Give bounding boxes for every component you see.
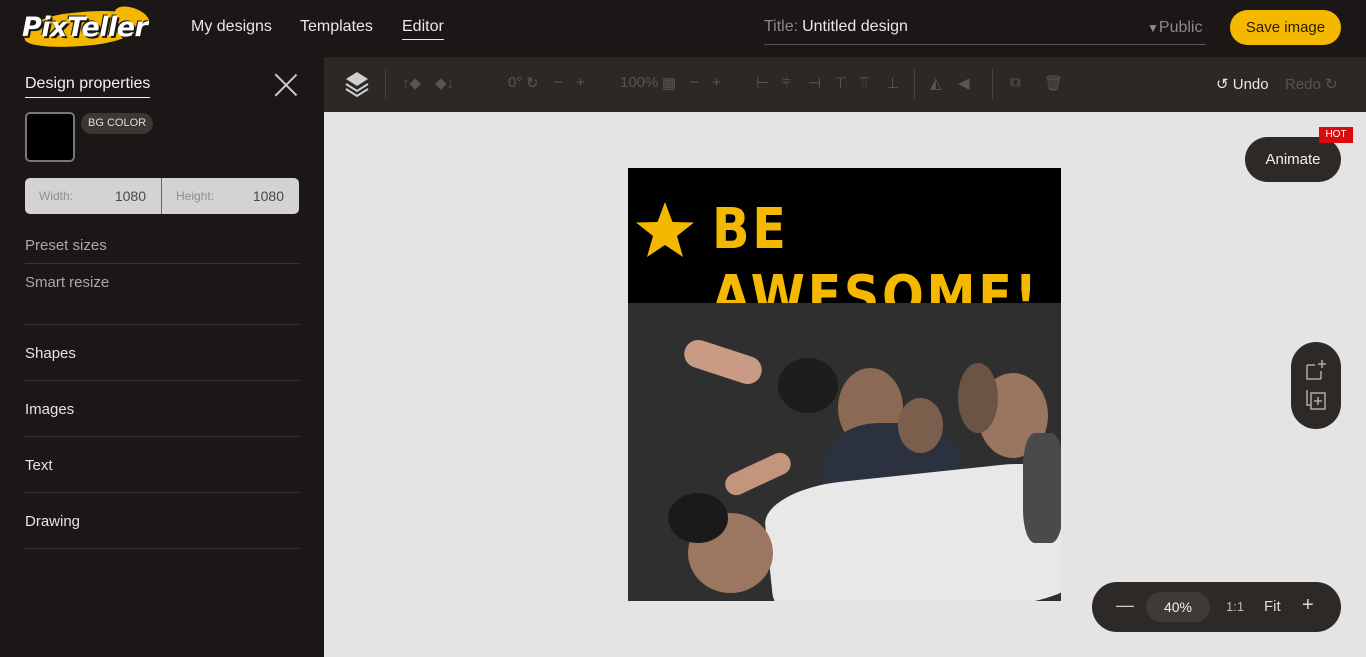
undo-button[interactable]: ↺ Undo <box>1216 75 1269 93</box>
visibility-label: Public <box>1158 19 1203 36</box>
headline-banner[interactable]: BE AWESOME! <box>628 168 1061 329</box>
zoom-out-icon[interactable]: — <box>1116 595 1134 616</box>
visibility-dropdown[interactable]: ▼Public <box>1147 19 1202 37</box>
opacity-plus-icon[interactable]: + <box>712 74 721 91</box>
rotation-value: 0° <box>508 74 523 91</box>
undo-icon: ↺ <box>1216 76 1229 93</box>
panel-title: Design properties <box>25 75 151 98</box>
delete-icon[interactable]: 🗑 <box>1044 74 1063 92</box>
photo-shape <box>778 358 838 413</box>
flip-vertical-icon[interactable]: ◀ <box>958 74 970 92</box>
photo-shape <box>680 336 766 388</box>
toolbar-divider <box>992 69 993 99</box>
title-input[interactable]: Untitled design <box>802 18 908 35</box>
zoom-in-icon[interactable]: + <box>1302 594 1314 617</box>
toolbar-divider <box>914 69 915 99</box>
save-image-button[interactable]: Save image <box>1230 10 1341 45</box>
divider <box>25 324 299 325</box>
photo-shape <box>898 398 943 453</box>
align-left-icon[interactable]: ⊢ <box>756 74 769 92</box>
dimensions-box: Width: 1080 Height: 1080 <box>25 178 299 214</box>
rotate-icon[interactable]: ↻ <box>526 74 539 92</box>
zoom-controls: — 40% 1:1 Fit + <box>1092 582 1341 632</box>
title-label: Title: <box>764 18 799 35</box>
opacity-value: 100% <box>620 74 659 91</box>
width-field[interactable]: Width: 1080 <box>25 178 162 214</box>
rotate-minus-icon[interactable]: − <box>554 74 563 91</box>
bg-color-label: BG COLOR <box>81 113 154 134</box>
bg-color-swatch[interactable] <box>25 112 75 162</box>
width-input[interactable]: 1080 <box>115 188 146 204</box>
duplicate-page-icon[interactable] <box>1304 388 1328 412</box>
nav-templates[interactable]: Templates <box>300 18 373 36</box>
star-icon[interactable] <box>634 200 696 260</box>
divider <box>25 492 299 493</box>
title-field[interactable]: Title: Untitled design <box>764 18 1206 45</box>
undo-label: Undo <box>1232 76 1269 93</box>
pixteller-logo[interactable]: PixTeller <box>18 2 153 53</box>
flip-horizontal-icon[interactable]: ◭ <box>930 74 942 92</box>
divider <box>25 263 299 264</box>
design-artboard[interactable]: BE AWESOME! <box>628 168 1061 601</box>
redo-icon: ↻ <box>1325 76 1338 93</box>
photo-shape <box>761 456 1061 601</box>
zoom-actual-size-button[interactable]: 1:1 <box>1226 599 1244 614</box>
rotate-plus-icon[interactable]: + <box>576 74 585 91</box>
page-tools <box>1291 342 1341 429</box>
bring-forward-icon[interactable]: ↑◆ <box>402 74 421 92</box>
photo-shape <box>1023 433 1061 543</box>
photo-shape <box>958 363 998 433</box>
left-panel: Design properties BG COLOR Width: 1080 H… <box>0 57 324 657</box>
opacity-icon[interactable]: ▦ <box>662 74 676 92</box>
nav-editor[interactable]: Editor <box>402 18 444 40</box>
layers-icon[interactable] <box>344 70 370 98</box>
redo-button[interactable]: Redo ↻ <box>1285 75 1338 93</box>
add-page-icon[interactable] <box>1304 358 1328 382</box>
sidebar-item-images[interactable]: Images <box>25 401 74 418</box>
duplicate-icon[interactable]: ⧉ <box>1010 74 1021 91</box>
close-panel-icon[interactable] <box>273 73 299 99</box>
send-backward-icon[interactable]: ◆↓ <box>435 74 454 92</box>
redo-label: Redo <box>1285 76 1321 93</box>
top-bar: PixTeller My designs Templates Editor Ti… <box>0 0 1366 57</box>
toolbar-divider <box>385 69 386 99</box>
group-photo[interactable] <box>628 303 1061 601</box>
nav-my-designs[interactable]: My designs <box>191 18 272 36</box>
photo-shape <box>668 493 728 543</box>
height-label: Height: <box>176 189 215 203</box>
align-middle-icon[interactable]: ⫪ <box>860 74 868 91</box>
canvas-area[interactable]: BE AWESOME! Animate HOT — 40% 1:1 Fit + <box>324 112 1366 657</box>
sidebar-item-text[interactable]: Text <box>25 457 53 474</box>
preset-sizes-link[interactable]: Preset sizes <box>25 237 107 254</box>
sidebar-item-shapes[interactable]: Shapes <box>25 345 76 362</box>
align-top-icon[interactable]: ⊤ <box>834 74 847 92</box>
align-bottom-icon[interactable]: ⊥ <box>886 74 899 92</box>
sidebar-item-drawing[interactable]: Drawing <box>25 513 80 530</box>
hot-badge: HOT <box>1319 127 1353 143</box>
zoom-value[interactable]: 40% <box>1146 592 1210 622</box>
divider <box>25 380 299 381</box>
editor-toolbar: ↑◆ ◆↓ 0° ↻ − + 100% ▦ − + ⊢ ⫩ ⊣ ⊤ ⫪ ⊥ ◭ … <box>324 57 1366 112</box>
align-center-icon[interactable]: ⫩ <box>782 74 791 91</box>
logo-text: PixTeller <box>22 12 148 43</box>
photo-shape <box>721 449 795 499</box>
height-field[interactable]: Height: 1080 <box>162 178 299 214</box>
divider <box>25 436 299 437</box>
caret-down-icon: ▼ <box>1147 21 1159 35</box>
smart-resize-link[interactable]: Smart resize <box>25 274 109 291</box>
zoom-fit-button[interactable]: Fit <box>1264 598 1281 615</box>
opacity-minus-icon[interactable]: − <box>690 74 699 91</box>
width-label: Width: <box>39 189 74 203</box>
align-right-icon[interactable]: ⊣ <box>808 74 821 92</box>
animate-button[interactable]: Animate <box>1245 137 1341 182</box>
divider <box>25 548 299 549</box>
height-input[interactable]: 1080 <box>253 188 284 204</box>
